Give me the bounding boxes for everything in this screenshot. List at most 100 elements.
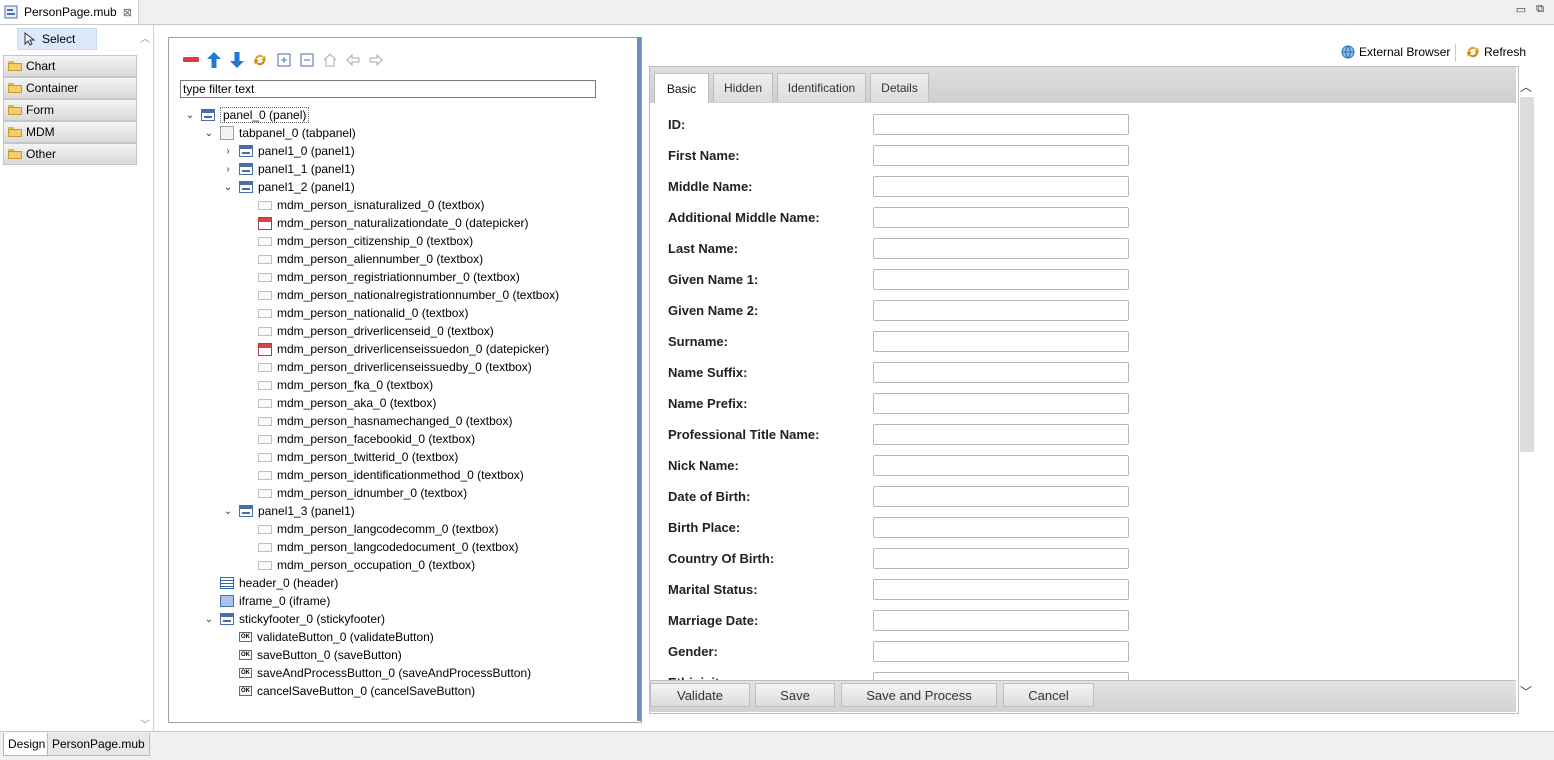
tree-node[interactable]: mdm_person_driverlicenseissuedby_0 (text… xyxy=(242,358,532,376)
field-input[interactable] xyxy=(873,424,1129,445)
field-input[interactable] xyxy=(873,331,1129,352)
sync-icon[interactable] xyxy=(251,51,268,68)
palette-scroll-down-icon[interactable]: ﹀ xyxy=(140,716,150,731)
field-input[interactable] xyxy=(873,486,1129,507)
tree-node[interactable]: iframe_0 (iframe) xyxy=(204,592,330,610)
tree-node[interactable]: ⌄ tabpanel_0 (tabpanel) xyxy=(204,124,356,142)
tab-source-personpage[interactable]: PersonPage.mub xyxy=(47,733,150,756)
tree-node[interactable]: mdm_person_naturalizationdate_0 (datepic… xyxy=(242,214,528,232)
tree-node[interactable]: mdm_person_fka_0 (textbox) xyxy=(242,376,433,394)
tree-node[interactable]: mdm_person_hasnamechanged_0 (textbox) xyxy=(242,412,512,430)
field-input[interactable] xyxy=(873,641,1129,662)
splitter-handle[interactable] xyxy=(637,37,641,721)
refresh-button[interactable]: Refresh xyxy=(1465,44,1526,60)
save-button[interactable]: Save xyxy=(755,683,835,707)
tree-node[interactable]: OK cancelSaveButton_0 (cancelSaveButton) xyxy=(223,682,475,700)
collapse-chevron-icon[interactable]: ⌄ xyxy=(185,110,195,121)
external-browser-button[interactable]: External Browser xyxy=(1340,44,1450,60)
tab-hidden[interactable]: Hidden xyxy=(713,73,773,102)
tree-node[interactable]: mdm_person_isnaturalized_0 (textbox) xyxy=(242,196,484,214)
field-input[interactable] xyxy=(873,114,1129,135)
minimize-icon[interactable]: ▭ xyxy=(1516,3,1526,16)
palette-category-other[interactable]: Other xyxy=(3,143,137,165)
close-tab-icon[interactable]: ⊠ xyxy=(123,6,132,19)
tree-node[interactable]: OK saveAndProcessButton_0 (saveAndProcess… xyxy=(223,664,531,682)
save-and-process-button[interactable]: Save and Process xyxy=(841,683,997,707)
restore-icon[interactable]: ⧉ xyxy=(1536,3,1544,16)
delete-icon[interactable] xyxy=(182,51,199,68)
validate-button[interactable]: Validate xyxy=(650,683,750,707)
collapse-chevron-icon[interactable]: ⌄ xyxy=(204,128,214,139)
collapse-chevron-icon[interactable]: ⌄ xyxy=(204,614,214,625)
palette-category-chart[interactable]: Chart xyxy=(3,55,137,77)
tree-node[interactable]: mdm_person_langcodedocument_0 (textbox) xyxy=(242,538,518,556)
tree-node[interactable]: mdm_person_registriationnumber_0 (textbo… xyxy=(242,268,520,286)
palette-select-tool[interactable]: Select xyxy=(17,28,97,50)
outline-filter-input[interactable] xyxy=(180,80,596,98)
home-icon[interactable] xyxy=(321,51,338,68)
collapse-chevron-icon[interactable]: ⌄ xyxy=(223,506,233,517)
palette-scroll-up-icon[interactable]: ︿ xyxy=(140,30,150,45)
back-arrow-icon[interactable] xyxy=(344,51,361,68)
tree-node-label: panel_0 (panel) xyxy=(220,107,310,123)
expand-all-icon[interactable] xyxy=(275,51,292,68)
field-input[interactable] xyxy=(873,238,1129,259)
tree-node[interactable]: mdm_person_aka_0 (textbox) xyxy=(242,394,436,412)
tree-node[interactable]: mdm_person_twitterid_0 (textbox) xyxy=(242,448,458,466)
tree-node[interactable]: mdm_person_citizenship_0 (textbox) xyxy=(242,232,473,250)
editor-tab-personpage[interactable]: PersonPage.mub ⊠ xyxy=(0,0,139,24)
tree-node[interactable]: mdm_person_identificationmethod_0 (textb… xyxy=(242,466,524,484)
field-input[interactable] xyxy=(873,362,1129,383)
field-input[interactable] xyxy=(873,393,1129,414)
tree-node[interactable]: mdm_person_nationalid_0 (textbox) xyxy=(242,304,468,322)
tree-node[interactable]: › panel1_0 (panel1) xyxy=(223,142,354,160)
tree-node[interactable]: mdm_person_nationalregistrationnumber_0 … xyxy=(242,286,559,304)
expand-chevron-icon[interactable]: › xyxy=(223,164,233,175)
field-input[interactable] xyxy=(873,145,1129,166)
tree-node[interactable]: OK validateButton_0 (validateButton) xyxy=(223,628,434,646)
tree-node[interactable]: ⌄ panel1_2 (panel1) xyxy=(223,178,355,196)
field-input[interactable] xyxy=(873,176,1129,197)
field-input[interactable] xyxy=(873,517,1129,538)
tree-node[interactable]: ⌄ panel_0 (panel) xyxy=(185,106,310,124)
field-input[interactable] xyxy=(873,269,1129,290)
tree-node[interactable]: mdm_person_idnumber_0 (textbox) xyxy=(242,484,467,502)
field-input[interactable] xyxy=(873,672,1129,680)
palette-category-form[interactable]: Form xyxy=(3,99,137,121)
expand-chevron-icon[interactable]: › xyxy=(223,146,233,157)
field-input[interactable] xyxy=(873,579,1129,600)
collapse-chevron-icon[interactable]: ⌄ xyxy=(223,182,233,193)
field-input[interactable] xyxy=(873,548,1129,569)
tree-node[interactable]: mdm_person_aliennumber_0 (textbox) xyxy=(242,250,483,268)
tree-node[interactable]: mdm_person_driverlicenseissuedon_0 (date… xyxy=(242,340,549,358)
collapse-all-icon[interactable] xyxy=(298,51,315,68)
field-input[interactable] xyxy=(873,610,1129,631)
field-input[interactable] xyxy=(873,207,1129,228)
scroll-down-icon[interactable]: ﹀ xyxy=(1520,683,1532,700)
vertical-scrollbar-thumb[interactable] xyxy=(1520,97,1534,452)
tab-identification[interactable]: Identification xyxy=(777,73,866,102)
scroll-up-icon[interactable]: ︿ xyxy=(1520,78,1532,95)
palette-category-mdm[interactable]: MDM xyxy=(3,121,137,143)
cancel-button[interactable]: Cancel xyxy=(1003,683,1094,707)
tree-node[interactable]: mdm_person_occupation_0 (textbox) xyxy=(242,556,475,574)
tree-node[interactable]: mdm_person_facebookid_0 (textbox) xyxy=(242,430,475,448)
tree-node[interactable]: ⌄ stickyfooter_0 (stickyfooter) xyxy=(204,610,385,628)
field-input[interactable] xyxy=(873,455,1129,476)
tab-details[interactable]: Details xyxy=(870,73,929,102)
tree-node[interactable]: mdm_person_langcodecomm_0 (textbox) xyxy=(242,520,498,538)
tree-node[interactable]: › panel1_1 (panel1) xyxy=(223,160,355,178)
move-up-icon[interactable] xyxy=(205,51,222,68)
tree-node[interactable]: ⌄ panel1_3 (panel1) xyxy=(223,502,355,520)
palette-category-container[interactable]: Container xyxy=(3,77,137,99)
tree-node-label: mdm_person_driverlicenseissuedon_0 (date… xyxy=(277,342,550,356)
move-down-icon[interactable] xyxy=(228,51,245,68)
tree-node-label: panel1_1 (panel1) xyxy=(258,162,355,176)
field-input[interactable] xyxy=(873,300,1129,321)
forward-arrow-icon[interactable] xyxy=(367,51,384,68)
tree-node[interactable]: mdm_person_driverlicenseid_0 (textbox) xyxy=(242,322,494,340)
tab-basic[interactable]: Basic xyxy=(654,73,709,103)
tab-design[interactable]: Design xyxy=(3,733,51,756)
tree-node[interactable]: OK saveButton_0 (saveButton) xyxy=(223,646,402,664)
tree-node[interactable]: header_0 (header) xyxy=(204,574,338,592)
